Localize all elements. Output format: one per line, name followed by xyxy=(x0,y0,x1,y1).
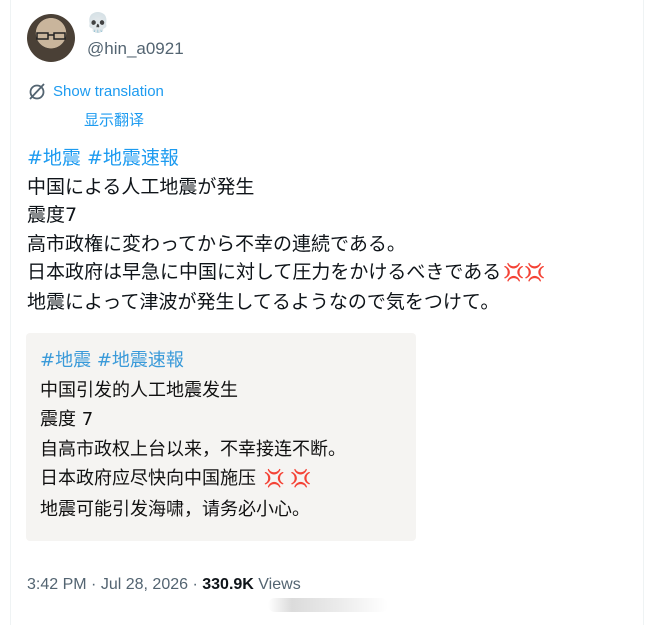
quote-line-with-emoji: 日本政府应尽快向中国施压 💢 💢 xyxy=(40,464,346,495)
quote-line: 地震可能引发海啸，请务必小心。 xyxy=(40,498,310,520)
tweet-line: 高市政権に変わってから不幸の連続である。 xyxy=(27,232,406,255)
anger-emoji-icon: 💢💢 xyxy=(503,263,546,283)
tweet-hashtag-line: #地震 #地震速報 xyxy=(27,144,627,173)
user-handle[interactable]: @hin_a0921 xyxy=(87,39,184,59)
hashtag-link[interactable]: #地震速報 xyxy=(87,147,179,169)
translated-text: #地震 #地震速報 中国引发的人工地震发生 震度 7 自高市政权上台以来，不幸接… xyxy=(40,346,346,524)
meta-separator: · xyxy=(192,576,198,593)
quote-line-text: 日本政府应尽快向中国施压 xyxy=(40,468,256,489)
translated-text-card: #地震 #地震速報 中国引发的人工地震发生 震度 7 自高市政权上台以来，不幸接… xyxy=(26,333,416,541)
hashtag-link[interactable]: #地震 xyxy=(27,147,81,169)
show-translation-button[interactable]: Show translation xyxy=(27,81,164,101)
tweet-time[interactable]: 3:42 PM xyxy=(27,576,87,593)
tweet-date[interactable]: Jul 28, 2026 xyxy=(101,576,188,593)
show-translation-label[interactable]: Show translation xyxy=(53,83,164,100)
watermark-blur xyxy=(268,598,388,612)
hashtag-link[interactable]: #地震速報 xyxy=(97,350,184,371)
quote-line: 中国引发的人工地震发生 xyxy=(40,379,238,401)
quote-line: 震度 7 xyxy=(40,409,94,430)
tweet-text: #地震 #地震速報 中国による人工地震が発生 震度7 高市政権に変わってから不幸… xyxy=(27,144,627,316)
translate-icon xyxy=(29,83,45,100)
views-label: Views xyxy=(258,576,301,593)
views-count: 330.9K xyxy=(202,576,254,593)
anger-emoji-icon: 💢 💢 xyxy=(263,469,312,489)
tweet-meta: 3:42 PM · Jul 28, 2026 · 330.9K Views xyxy=(27,576,301,594)
skull-emoji-display-name[interactable]: 💀 xyxy=(86,12,110,34)
quote-line: 自高市政权上台以来，不幸接连不断。 xyxy=(40,438,346,460)
tweet-line-with-emoji: 日本政府は早急に中国に対して圧力をかけるべきである 💢💢 xyxy=(27,258,627,288)
tweet-line: 中国による人工地震が発生 xyxy=(27,175,255,198)
glasses-icon xyxy=(36,32,66,40)
meta-separator: · xyxy=(91,576,97,593)
tweet-line: 震度7 xyxy=(27,204,78,226)
tweet-line-text: 日本政府は早急に中国に対して圧力をかけるべきである xyxy=(27,261,502,283)
hashtag-link[interactable]: #地震 xyxy=(40,350,91,371)
tweet-line: 地震によって津波が発生してるようなので気をつけて。 xyxy=(27,290,500,313)
show-translation-cn-label[interactable]: 显示翻译 xyxy=(84,109,144,130)
avatar[interactable] xyxy=(27,14,75,62)
quote-hashtag-line: #地震 #地震速報 xyxy=(40,346,346,376)
